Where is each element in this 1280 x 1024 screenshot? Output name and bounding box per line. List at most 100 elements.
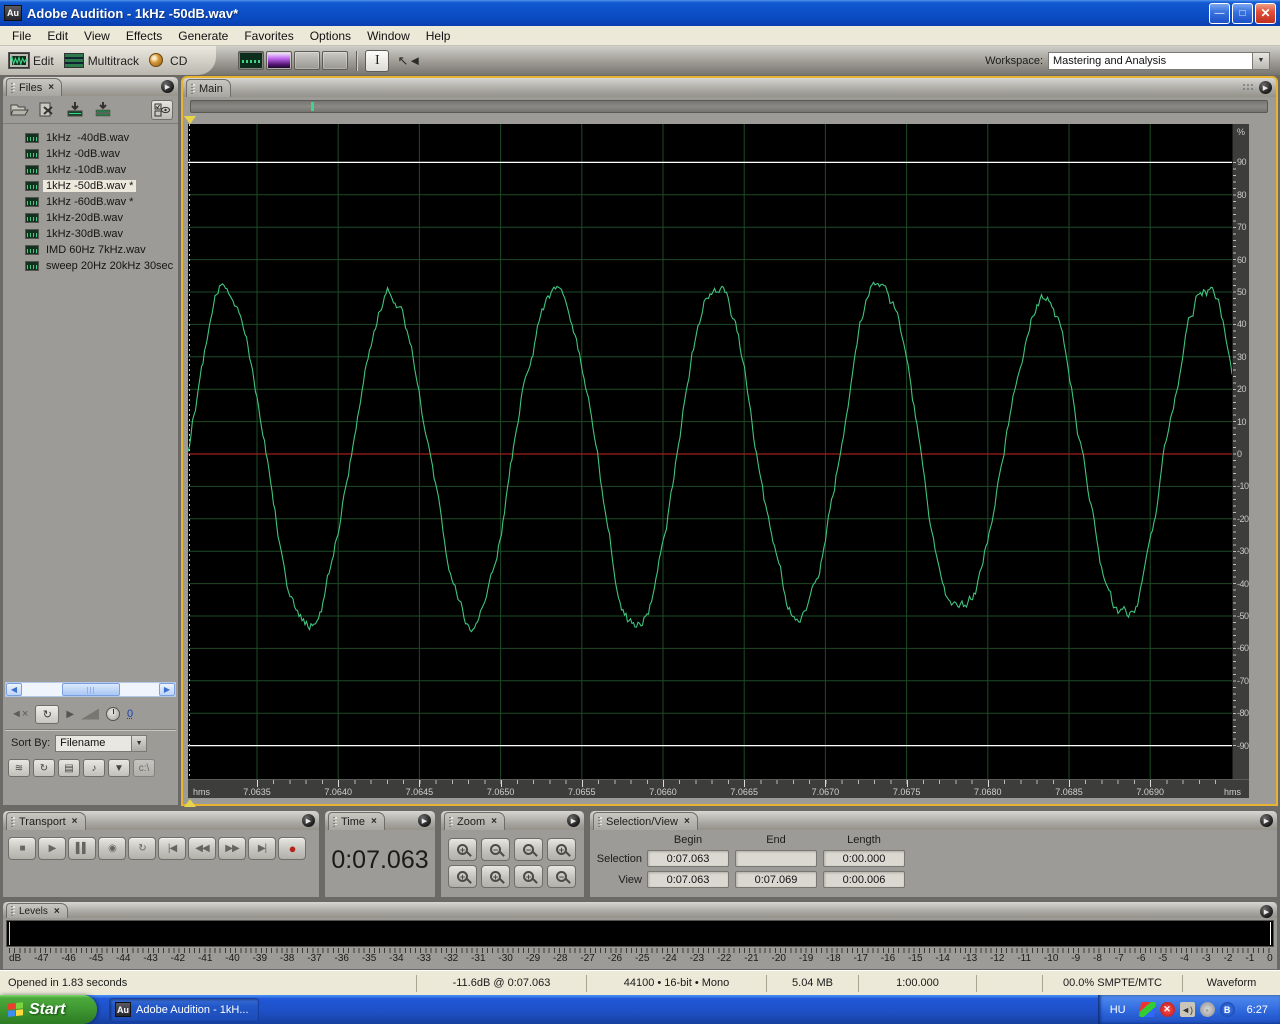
show-audio-button[interactable]: ♪	[83, 759, 105, 777]
security-alert-tray-icon[interactable]: ✕	[1159, 1002, 1175, 1017]
file-item[interactable]: 1kHz -40dB.wav	[3, 130, 178, 146]
close-tab-icon[interactable]: ×	[54, 906, 60, 917]
level-meter[interactable]	[6, 920, 1274, 947]
spectral-frequency-display-button[interactable]	[266, 51, 293, 70]
show-waveforms-button[interactable]: ≋	[8, 759, 30, 777]
amplitude-ruler[interactable]: % 90 80 70 60 50 40 30 20 10 0 -10 -20 -30 -40 -50 -60 -7…	[1232, 124, 1249, 779]
zoom-in-vertically-button[interactable]: +	[514, 865, 543, 888]
play-from-cursor-button[interactable]: ◉	[98, 837, 126, 860]
graphics-tray-icon[interactable]	[1138, 1002, 1156, 1017]
start-button[interactable]: Start	[0, 995, 97, 1024]
stop-button[interactable]: ■	[8, 837, 36, 860]
close-button[interactable]: ✕	[1255, 2, 1276, 24]
preview-play-button[interactable]: ▶	[66, 709, 74, 720]
go-to-end-button[interactable]: ▶|	[248, 837, 276, 860]
volume-tray-icon[interactable]: ◄)	[1179, 1002, 1195, 1017]
filter-visibility-button[interactable]: ▼	[108, 759, 130, 777]
play-looped-button[interactable]: ↻	[128, 837, 156, 860]
fast-forward-button[interactable]: ▶▶	[218, 837, 246, 860]
close-tab-icon[interactable]: ×	[72, 816, 78, 827]
zoom-in-horizontally-button[interactable]: +	[448, 838, 477, 861]
menu-window[interactable]: Window	[359, 27, 418, 45]
menu-view[interactable]: View	[76, 27, 118, 45]
selection-end-field[interactable]	[735, 850, 817, 867]
close-tab-icon[interactable]: ×	[48, 82, 54, 93]
main-panel-menu-button[interactable]: ▶	[1259, 81, 1272, 94]
scrollbar-track[interactable]	[22, 683, 159, 696]
rewind-button[interactable]: ◀◀	[188, 837, 216, 860]
zoom-in-right-edge-button[interactable]: +	[481, 865, 510, 888]
menu-favorites[interactable]: Favorites	[236, 27, 301, 45]
overview-position-marker[interactable]	[311, 102, 314, 111]
file-item[interactable]: sweep 20Hz 20kHz 30sec	[3, 258, 178, 274]
transport-panel-menu-button[interactable]: ▶	[302, 814, 315, 827]
bluetooth-tray-icon[interactable]: B	[1219, 1002, 1235, 1017]
scroll-left-icon[interactable]: ◀	[6, 683, 22, 696]
taskbar-clock[interactable]: 6:27	[1247, 1004, 1268, 1016]
scrollbar-thumb[interactable]	[62, 683, 120, 696]
zoom-out-horizontally-button[interactable]: −	[481, 838, 510, 861]
files-horizontal-scrollbar[interactable]: ◀ ▶	[5, 682, 176, 697]
chevron-down-icon[interactable]: ▼	[131, 735, 147, 751]
spectral-phase-display-button[interactable]	[322, 51, 349, 70]
audio-device-tray-icon[interactable]: ◦	[1199, 1002, 1215, 1017]
selection-view-panel-menu-button[interactable]: ▶	[1260, 814, 1273, 827]
view-end-field[interactable]: 0:07.069	[735, 871, 817, 888]
tab-main[interactable]: Main	[186, 79, 231, 97]
taskbar-item-audition[interactable]: Au Adobe Audition - 1kH...	[109, 997, 259, 1022]
pause-button[interactable]: ▌▌	[68, 837, 96, 860]
zoom-out-vertically-button[interactable]: −	[547, 865, 576, 888]
import-file-icon[interactable]	[64, 100, 86, 120]
show-video-button[interactable]: ▤	[58, 759, 80, 777]
selection-start-marker[interactable]	[184, 116, 196, 124]
file-item[interactable]: IMD 60Hz 7kHz.wav	[3, 242, 178, 258]
selection-length-field[interactable]: 0:00.000	[823, 850, 905, 867]
go-to-beginning-button[interactable]: |◀	[158, 837, 186, 860]
selection-begin-field[interactable]: 0:07.063	[647, 850, 729, 867]
time-selection-tool-button[interactable]: I	[365, 49, 390, 72]
menu-effects[interactable]: Effects	[118, 27, 170, 45]
sort-by-dropdown[interactable]: Filename ▼	[55, 734, 148, 752]
advanced-options-toggle-icon[interactable]	[151, 99, 173, 120]
preview-volume-value[interactable]: 0	[127, 708, 133, 720]
file-item[interactable]: 1kHz -10dB.wav	[3, 162, 178, 178]
spectral-pan-display-button[interactable]	[294, 51, 321, 70]
edit-view-button[interactable]: Edit	[6, 51, 57, 70]
tab-time[interactable]: Time ×	[328, 812, 385, 830]
files-panel-menu-button[interactable]: ▶	[161, 80, 174, 93]
tab-transport[interactable]: Transport ×	[6, 812, 86, 830]
menu-help[interactable]: Help	[418, 27, 459, 45]
show-paths-button[interactable]: c:\	[133, 759, 155, 777]
cd-view-button[interactable]: CD	[146, 51, 190, 70]
tab-files[interactable]: Files ×	[6, 78, 63, 96]
minimize-button[interactable]: —	[1209, 2, 1230, 24]
close-tab-icon[interactable]: ×	[684, 816, 690, 827]
zoom-in-left-edge-button[interactable]: +	[448, 865, 477, 888]
preview-volume-knob[interactable]	[106, 707, 121, 721]
selection-marker-strip-top[interactable]	[183, 116, 1276, 124]
file-item[interactable]: 1kHz -50dB.wav *	[3, 178, 178, 194]
language-indicator[interactable]: HU	[1110, 1004, 1126, 1016]
insert-into-multitrack-icon[interactable]	[92, 100, 114, 120]
menu-edit[interactable]: Edit	[39, 27, 76, 45]
close-tab-icon[interactable]: ×	[371, 816, 377, 827]
selection-marker-strip-bottom[interactable]	[183, 798, 1276, 807]
file-item[interactable]: 1kHz-20dB.wav	[3, 210, 178, 226]
time-ruler[interactable]: hms hms 7.0635 7.0640 7.0645 7.0650 7.0655 7.06…	[188, 779, 1249, 798]
scrub-tool-button[interactable]: ↖◄	[397, 50, 421, 72]
tab-zoom[interactable]: Zoom ×	[444, 812, 505, 830]
menu-generate[interactable]: Generate	[170, 27, 236, 45]
selection-start-marker-bottom[interactable]	[184, 799, 196, 807]
tab-selection-view[interactable]: Selection/View ×	[593, 812, 698, 830]
scroll-right-icon[interactable]: ▶	[159, 683, 175, 696]
menu-options[interactable]: Options	[302, 27, 359, 45]
close-tab-icon[interactable]: ×	[491, 816, 497, 827]
file-item[interactable]: 1kHz -0dB.wav	[3, 146, 178, 162]
menu-file[interactable]: File	[4, 27, 39, 45]
tab-levels[interactable]: Levels ×	[6, 903, 68, 918]
multitrack-view-button[interactable]: Multitrack	[61, 51, 142, 70]
zoom-panel-menu-button[interactable]: ▶	[567, 814, 580, 827]
panel-grip[interactable]	[1242, 83, 1254, 92]
record-button[interactable]: ●	[278, 837, 306, 860]
file-item[interactable]: 1kHz -60dB.wav *	[3, 194, 178, 210]
